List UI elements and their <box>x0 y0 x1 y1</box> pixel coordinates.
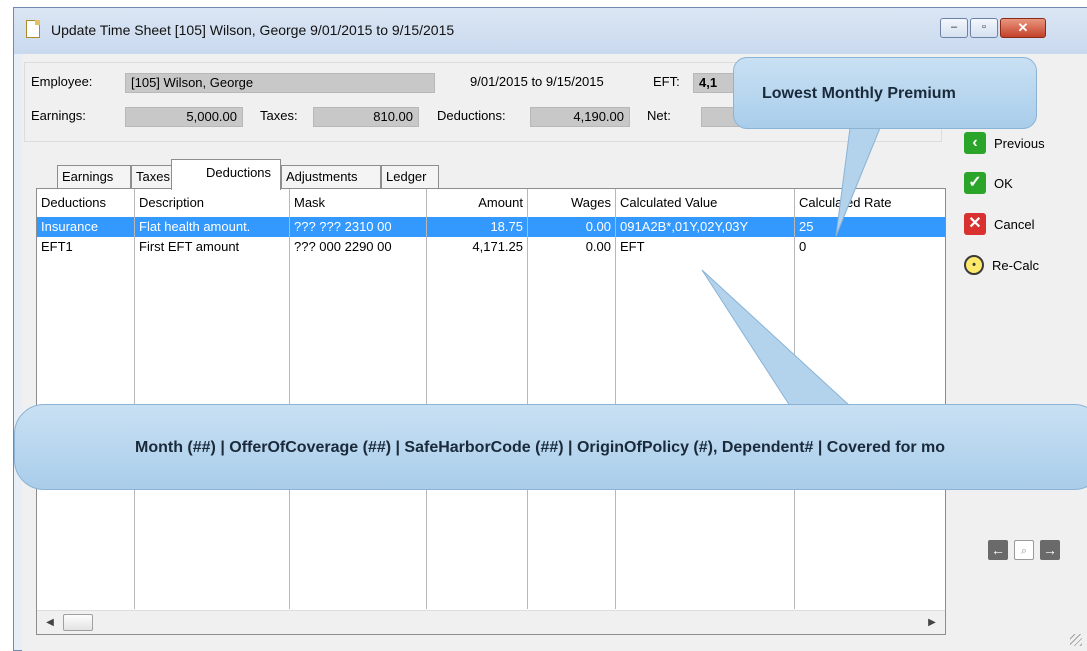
window-client-area: Employee: [105] Wilson, George 9/01/2015… <box>22 54 1087 651</box>
column-header[interactable]: Mask <box>290 189 426 217</box>
table-row[interactable]: Insurance Flat health amount. ??? ??? 23… <box>37 217 945 237</box>
recalc-label: Re-Calc <box>992 257 1039 273</box>
earnings-label: Earnings: <box>31 108 86 123</box>
tab-deductions[interactable]: Deductions <box>171 159 281 190</box>
period-text: 9/01/2015 to 9/15/2015 <box>470 74 604 89</box>
column-header[interactable]: Deductions <box>37 189 134 217</box>
table-cell: 0 <box>799 239 807 254</box>
table-cell: 25 <box>799 219 814 234</box>
scroll-right-icon[interactable]: ▶ <box>923 614 941 632</box>
table-cell: 0.00 <box>585 239 611 254</box>
close-icon: ✕ <box>1017 20 1029 35</box>
eft-label: EFT: <box>653 74 680 89</box>
tab-adjustments[interactable]: Adjustments <box>281 165 381 189</box>
previous-label: Previous <box>994 135 1045 151</box>
lightbulb-icon: • <box>964 255 984 275</box>
check-icon: ✓ <box>964 172 986 194</box>
close-button[interactable]: ✕ <box>1000 18 1046 38</box>
grid-header: Deductions Description Mask Amount Wages… <box>37 189 945 217</box>
resize-grip-icon[interactable] <box>1070 634 1082 646</box>
recalc-button[interactable]: • Re-Calc <box>964 252 1039 278</box>
table-cell: ??? ??? 2310 00 <box>294 219 392 234</box>
table-cell: Flat health amount. <box>139 219 251 234</box>
scroll-thumb[interactable] <box>63 614 93 631</box>
taxes-label: Taxes: <box>260 108 298 123</box>
premium-callout: Lowest Monthly Premium <box>733 57 1037 129</box>
deductions-label: Deductions: <box>437 108 506 123</box>
employee-label: Employee: <box>31 74 93 89</box>
column-divider <box>527 189 528 609</box>
table-cell: ??? 000 2290 00 <box>294 239 392 254</box>
table-cell: Insurance <box>41 219 99 234</box>
deductions-field: 4,190.00 <box>530 107 630 127</box>
minimize-button[interactable]: ‒ <box>940 18 968 38</box>
maximize-icon: ▫ <box>982 21 986 33</box>
ok-button[interactable]: ✓ OK <box>964 170 1013 196</box>
arrow-right-icon[interactable]: → <box>1040 540 1060 560</box>
arrow-left-icon[interactable]: ← <box>988 540 1008 560</box>
table-row[interactable]: EFT1 First EFT amount ??? 000 2290 00 4,… <box>37 237 945 257</box>
cancel-button[interactable]: ✕ Cancel <box>964 211 1034 237</box>
previous-button[interactable]: ‹ Previous <box>964 130 1045 156</box>
column-header[interactable]: Wages <box>528 189 615 217</box>
x-icon: ✕ <box>964 213 986 235</box>
table-cell: 0.00 <box>585 219 611 234</box>
horizontal-scrollbar[interactable]: ◀ ▶ <box>37 610 945 634</box>
minimize-icon: ‒ <box>950 21 958 33</box>
table-cell: First EFT amount <box>139 239 240 254</box>
window-title: Update Time Sheet [105] Wilson, George 9… <box>51 22 455 38</box>
tab-ledger[interactable]: Ledger <box>381 165 439 189</box>
search-page-icon[interactable]: ⌕ <box>1014 540 1034 560</box>
earnings-field: 5,000.00 <box>125 107 243 127</box>
table-cell: EFT <box>620 239 645 254</box>
column-header[interactable]: Description <box>135 189 289 217</box>
column-divider <box>426 189 427 609</box>
coverage-format-callout: Month (##) | OfferOfCoverage (##) | Safe… <box>14 404 1087 490</box>
maximize-button[interactable]: ▫ <box>970 18 998 38</box>
column-divider <box>134 189 135 609</box>
column-header[interactable]: Calculated Rate <box>795 189 945 217</box>
table-cell: 091A2B*,01Y,02Y,03Y <box>620 219 749 234</box>
table-cell: 18.75 <box>490 219 523 234</box>
column-divider <box>615 189 616 609</box>
previous-icon: ‹ <box>964 132 986 154</box>
taxes-field: 810.00 <box>313 107 419 127</box>
table-cell: EFT1 <box>41 239 73 254</box>
column-divider <box>794 189 795 609</box>
title-bar: Update Time Sheet [105] Wilson, George 9… <box>14 8 1087 54</box>
column-header[interactable]: Calculated Value <box>616 189 794 217</box>
cancel-label: Cancel <box>994 216 1035 232</box>
employee-field: [105] Wilson, George <box>125 73 435 93</box>
table-cell: 4,171.25 <box>472 239 523 254</box>
document-icon <box>26 20 40 38</box>
column-divider <box>289 189 290 609</box>
net-label: Net: <box>647 108 671 123</box>
scroll-left-icon[interactable]: ◀ <box>41 614 59 632</box>
ok-label: OK <box>994 175 1013 191</box>
tab-earnings[interactable]: Earnings <box>57 165 131 189</box>
column-header[interactable]: Amount <box>427 189 527 217</box>
